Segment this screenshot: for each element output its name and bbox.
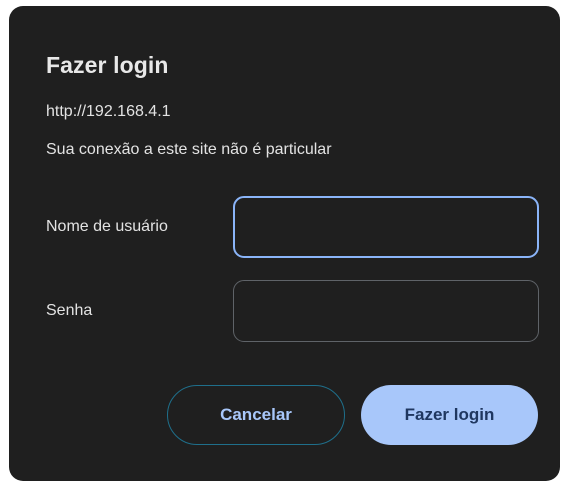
password-field[interactable] [233, 280, 539, 342]
login-button[interactable]: Fazer login [361, 385, 538, 445]
site-origin: http://192.168.4.1 [46, 103, 171, 120]
connection-notice: Sua conexão a este site não é particular [46, 141, 332, 158]
username-field[interactable] [233, 196, 539, 258]
password-label: Senha [46, 302, 93, 319]
dialog-title: Fazer login [46, 52, 169, 78]
cancel-button[interactable]: Cancelar [167, 385, 345, 445]
username-label: Nome de usuário [46, 218, 168, 235]
login-dialog: Fazer login http://192.168.4.1 Sua conex… [9, 6, 560, 481]
